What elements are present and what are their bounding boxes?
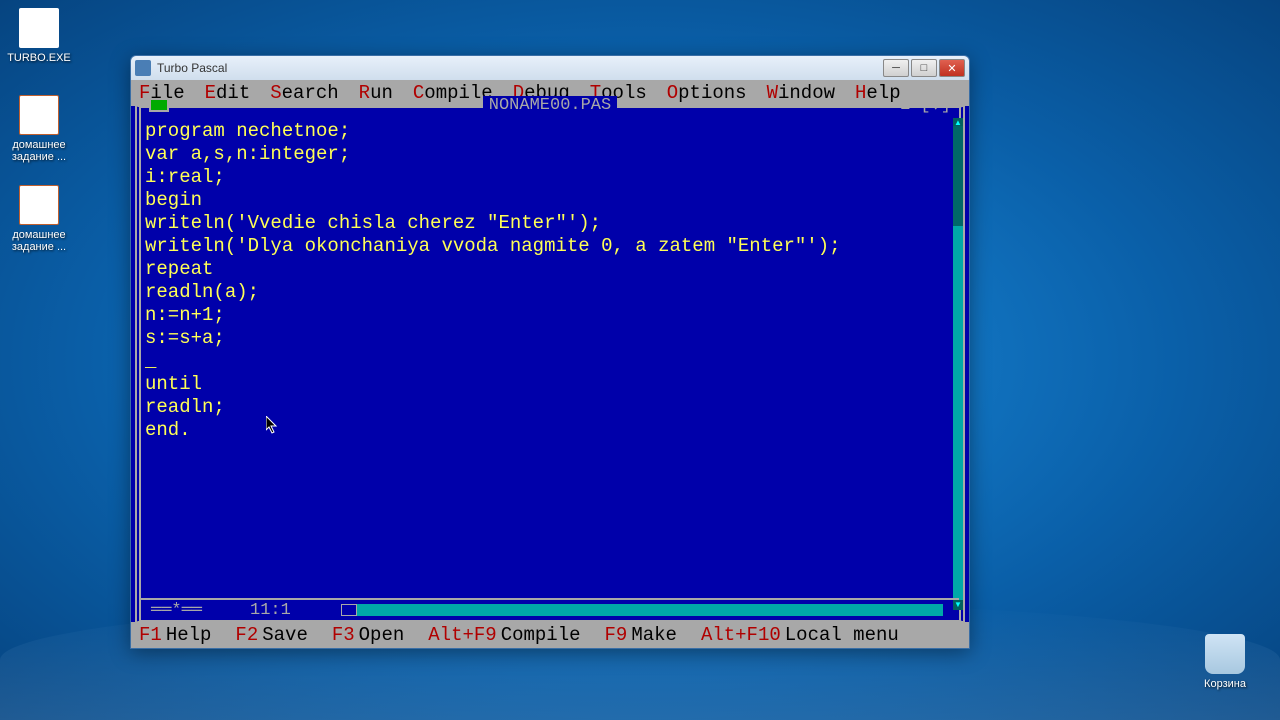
shortcut-localmenu[interactable]: Alt+F10Local menu [701, 624, 899, 646]
desktop-icon-file1[interactable]: домашнее задание ... [4, 95, 74, 163]
shortcut-make[interactable]: F9Make [605, 624, 677, 646]
shortcut-open[interactable]: F3Open [332, 624, 404, 646]
vertical-scrollbar[interactable]: ▲ ▼ [953, 118, 963, 610]
turbo-pascal-window: Turbo Pascal ─ □ ✕ File Edit Search Run … [130, 55, 970, 649]
app-icon [135, 60, 151, 76]
trash-icon [1205, 634, 1245, 674]
cursor-position: 11:1 [250, 601, 291, 620]
desktop-icon-label: TURBO.EXE [4, 52, 74, 64]
shortcut-help[interactable]: F1Help [139, 624, 211, 646]
desktop-icon-file2[interactable]: домашнее задание ... [4, 185, 74, 253]
desktop-icon-label: Корзина [1190, 678, 1260, 690]
code-editor[interactable]: program nechetnoe; var a,s,n:integer; i:… [141, 108, 959, 598]
desktop-icon-turbo[interactable]: TURBO.EXE [4, 8, 74, 64]
editor-frame: NONAME00.PAS 1═[↕] program nechetnoe; va… [135, 106, 965, 622]
titlebar[interactable]: Turbo Pascal ─ □ ✕ [131, 56, 969, 80]
editor-bottombar: ══*══ 11:1 [141, 598, 959, 620]
hscroll-thumb[interactable] [341, 604, 357, 616]
ppt-icon [19, 185, 59, 225]
window-title: Turbo Pascal [157, 61, 881, 75]
shortcut-compile[interactable]: Alt+F9Compile [428, 624, 580, 646]
exe-icon [19, 8, 59, 48]
maximize-button[interactable]: □ [911, 59, 937, 77]
ide-body: File Edit Search Run Compile Debug Tools… [131, 80, 969, 648]
horizontal-scrollbar[interactable] [341, 604, 943, 616]
shortcut-save[interactable]: F2Save [235, 624, 307, 646]
scroll-thumb[interactable] [953, 126, 963, 226]
minimize-button[interactable]: ─ [883, 59, 909, 77]
modified-indicator: ══*══ [151, 601, 202, 620]
desktop-icon-label: домашнее задание ... [4, 229, 74, 253]
desktop-icon-label: домашнее задание ... [4, 139, 74, 163]
close-button[interactable]: ✕ [939, 59, 965, 77]
statusbar: F1Help F2Save F3Open Alt+F9Compile F9Mak… [131, 622, 969, 648]
desktop-icon-trash[interactable]: Корзина [1190, 634, 1260, 690]
ppt-icon [19, 95, 59, 135]
